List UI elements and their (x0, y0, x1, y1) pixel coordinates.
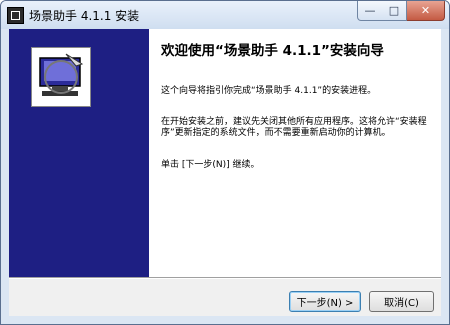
window-title: 场景助手 4.1.1 安装 (29, 9, 140, 23)
close-button[interactable]: ✕ (407, 1, 445, 21)
installer-window: 场景助手 4.1.1 安装 — □ ✕ 欢迎使用“场景助手 4.1.1”安装向导… (0, 0, 450, 325)
cancel-button[interactable]: 取消(C) (369, 291, 434, 312)
welcome-content: 欢迎使用“场景助手 4.1.1”安装向导 这个向导将指引你完成“场景助手 4.1… (149, 29, 441, 277)
installer-logo-icon (31, 47, 91, 107)
welcome-heading: 欢迎使用“场景助手 4.1.1”安装向导 (161, 43, 384, 59)
intro-text: 这个向导将指引你完成“场景助手 4.1.1”的安装进程。 (161, 86, 377, 96)
next-button[interactable]: 下一步(N) > (289, 291, 361, 312)
separator-highlight (9, 278, 441, 279)
close-apps-text: 在开始安装之前，建议先关闭其他所有应用程序。这将允许“安装程序”更新指定的系统文… (161, 117, 427, 138)
maximize-button[interactable]: □ (382, 1, 407, 21)
minimize-icon: — (364, 4, 376, 17)
computer-install-icon (39, 53, 84, 96)
wizard-body: 欢迎使用“场景助手 4.1.1”安装向导 这个向导将指引你完成“场景助手 4.1… (9, 29, 441, 316)
continue-text: 单击 [下一步(N)] 继续。 (161, 160, 260, 170)
title-bar[interactable]: 场景助手 4.1.1 安装 — □ ✕ (1, 1, 449, 29)
close-icon: ✕ (420, 4, 431, 17)
app-icon[interactable] (7, 7, 24, 24)
minimize-button[interactable]: — (357, 1, 383, 21)
maximize-icon: □ (388, 4, 400, 17)
wizard-banner (9, 29, 149, 277)
